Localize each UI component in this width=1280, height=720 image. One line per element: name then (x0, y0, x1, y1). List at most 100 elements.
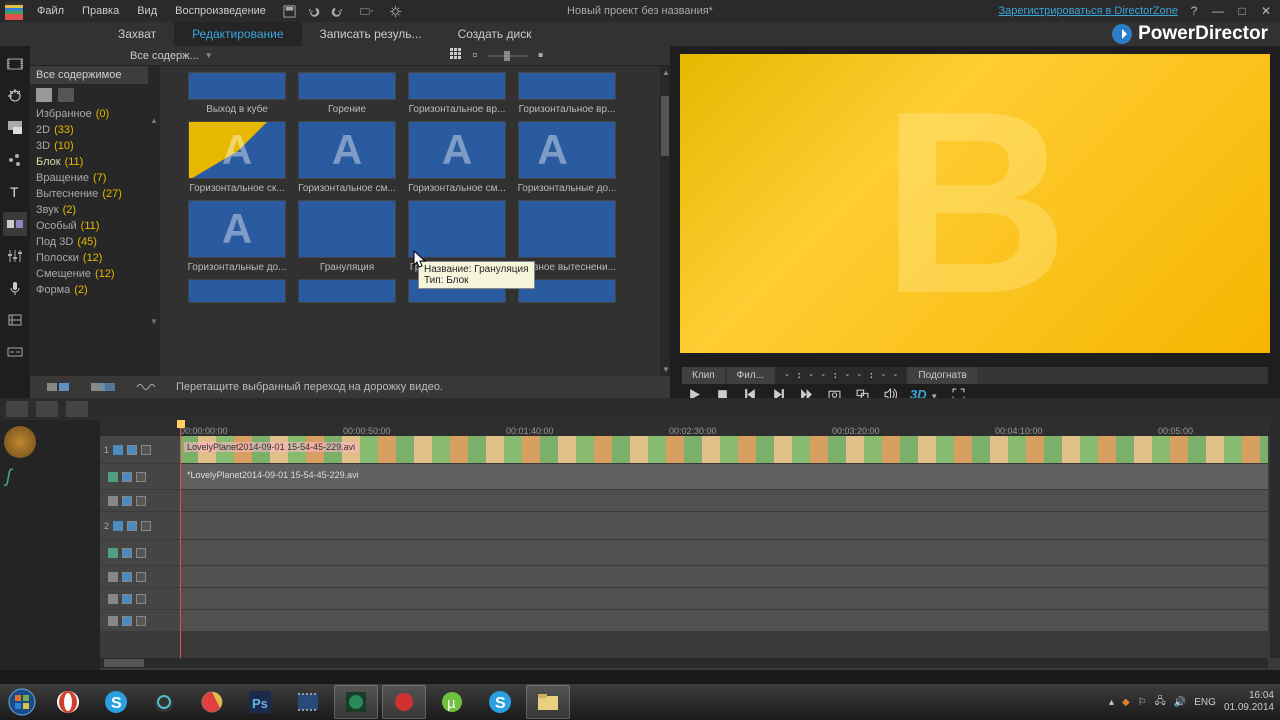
start-button[interactable] (0, 684, 44, 720)
category-item[interactable]: Особый (11) (30, 218, 148, 234)
track-visible-checkbox[interactable] (122, 616, 132, 626)
tray-lang[interactable]: ENG (1194, 697, 1216, 708)
taskbar-record[interactable] (382, 685, 426, 719)
tab-capture[interactable]: Захват (100, 22, 174, 46)
fit-button[interactable]: Подогнатв (908, 367, 976, 384)
timeline-track[interactable] (100, 566, 1268, 588)
aspect-dropdown[interactable] (353, 2, 381, 20)
timeline-track[interactable] (100, 540, 1268, 566)
timeline-track[interactable] (100, 588, 1268, 610)
category-item[interactable]: Полоски (12) (30, 250, 148, 266)
rail-audio-mix-icon[interactable] (3, 244, 27, 268)
thumbnail-cell[interactable]: AГоризонтальное см... (402, 121, 512, 194)
track-visible-checkbox[interactable] (122, 496, 132, 506)
thumbnail-cell[interactable]: Грануляция (292, 200, 402, 273)
tray-net-icon[interactable]: 🖧 (1155, 694, 1166, 711)
category-item[interactable]: 2D (33) (30, 122, 148, 138)
timeline-hscroll[interactable] (100, 658, 1268, 668)
rail-fx-icon[interactable] (3, 84, 27, 108)
track-header[interactable] (100, 464, 180, 489)
thumb-size-slider[interactable] (488, 55, 528, 57)
taskbar-opera[interactable] (46, 685, 90, 719)
thumbnail-cell[interactable]: Горение (292, 72, 402, 115)
track-header[interactable]: 1 (100, 436, 180, 463)
library-filter-dropdown[interactable]: Все содерж...▼ (130, 50, 213, 62)
category-item[interactable]: Форма (2) (30, 282, 148, 298)
track-visible-checkbox[interactable] (122, 572, 132, 582)
track-lock-checkbox[interactable] (136, 548, 146, 558)
category-item[interactable]: Под 3D (45) (30, 234, 148, 250)
close-icon[interactable]: ✕ (1258, 3, 1274, 19)
apply-cross-icon[interactable] (88, 380, 118, 394)
category-item[interactable]: Вытеснение (27) (30, 186, 148, 202)
rail-subtitle-icon[interactable] (3, 340, 27, 364)
taskbar-explorer[interactable] (526, 685, 570, 719)
track-lock-checkbox[interactable] (136, 594, 146, 604)
timeline-tool-1[interactable] (6, 401, 28, 417)
clock[interactable]: 16:0401.09.2014 (1224, 690, 1274, 714)
rail-transition-icon[interactable] (3, 212, 27, 236)
timeline-track[interactable]: 1LovelyPlanet2014-09-01 15-54-45-229.avi (100, 436, 1268, 464)
track-lock-checkbox[interactable] (136, 472, 146, 482)
thumbnail-cell[interactable] (182, 279, 292, 303)
grid-view-icon[interactable] (450, 47, 462, 65)
track-visible-checkbox[interactable] (122, 472, 132, 482)
side-scroll-up-icon[interactable]: ▲ (150, 116, 158, 125)
rail-chapter-icon[interactable] (3, 308, 27, 332)
timeline-clip[interactable]: LovelyPlanet2014-09-01 15-54-45-229.avi (180, 436, 1268, 463)
side-scroll-down-icon[interactable]: ▼ (150, 317, 158, 326)
timeline-vscroll[interactable] (1270, 420, 1280, 658)
tab-produce[interactable]: Записать резуль... (302, 22, 440, 46)
track-visible-checkbox[interactable] (127, 521, 137, 531)
category-item[interactable]: Блок (11) (30, 154, 148, 170)
taskbar-powerdirector[interactable] (334, 685, 378, 719)
track-header[interactable] (100, 588, 180, 609)
timeline-track[interactable] (100, 490, 1268, 512)
help-icon[interactable]: ? (1186, 3, 1202, 19)
track-header[interactable]: 2 (100, 512, 180, 539)
timeline-track[interactable] (100, 610, 1268, 632)
menu-file[interactable]: Файл (28, 5, 73, 17)
timeline-clip[interactable]: *LovelyPlanet2014-09-01 15-54-45-229.avi (180, 464, 1268, 489)
rail-particle-icon[interactable] (3, 148, 27, 172)
tray-flag-icon[interactable]: ⚐ (1138, 697, 1147, 708)
thumb-large-icon[interactable]: ▪ (538, 47, 544, 65)
taskbar-skype2[interactable]: S (478, 685, 522, 719)
apply-audio-icon[interactable] (132, 380, 162, 394)
category-item[interactable]: Избранное (0) (30, 106, 148, 122)
rail-title-icon[interactable]: T (3, 180, 27, 204)
menu-play[interactable]: Воспроизведение (166, 5, 275, 17)
playhead[interactable] (180, 420, 181, 658)
register-link[interactable]: Зарегистрироваться в DirectorZone (998, 5, 1178, 17)
sidebar-header[interactable]: Все содержимое (30, 66, 148, 84)
seg-clip[interactable]: Клип (682, 367, 725, 384)
thumbnail-cell[interactable]: Горизонтальное вр... (512, 72, 622, 115)
track-header[interactable] (100, 540, 180, 565)
thumbnail-cell[interactable] (292, 279, 402, 303)
maximize-icon[interactable]: □ (1234, 3, 1250, 19)
apply-video-track-icon[interactable] (44, 380, 74, 394)
menu-edit[interactable]: Правка (73, 5, 128, 17)
track-lock-checkbox[interactable] (136, 616, 146, 626)
thumbnail-cell[interactable]: AГоризонтальное см... (292, 121, 402, 194)
timeline-tool-2[interactable] (36, 401, 58, 417)
timeline-tool-3[interactable] (66, 401, 88, 417)
undo-icon[interactable] (305, 2, 323, 20)
save-icon[interactable] (281, 2, 299, 20)
track-header[interactable] (100, 610, 180, 631)
minimize-icon[interactable]: — (1210, 3, 1226, 19)
tray-vol-icon[interactable]: 🔊 (1174, 697, 1186, 708)
timeline-track[interactable]: *LovelyPlanet2014-09-01 15-54-45-229.avi (100, 464, 1268, 490)
tray-orange-icon[interactable]: ◆ (1122, 697, 1130, 708)
thumbnail-cell[interactable]: AГоризонтальные до... (512, 121, 622, 194)
thumb-small-icon[interactable]: ▫ (472, 47, 478, 65)
track-visible-checkbox[interactable] (122, 594, 132, 604)
track-visible-checkbox[interactable] (127, 445, 137, 455)
timeline-track[interactable]: 2 (100, 512, 1268, 540)
track-lock-checkbox[interactable] (136, 572, 146, 582)
track-lock-checkbox[interactable] (141, 445, 151, 455)
category-item[interactable]: Звук (2) (30, 202, 148, 218)
rail-pip-icon[interactable] (3, 116, 27, 140)
taskbar-utorrent[interactable]: µ (430, 685, 474, 719)
redo-icon[interactable] (329, 2, 347, 20)
